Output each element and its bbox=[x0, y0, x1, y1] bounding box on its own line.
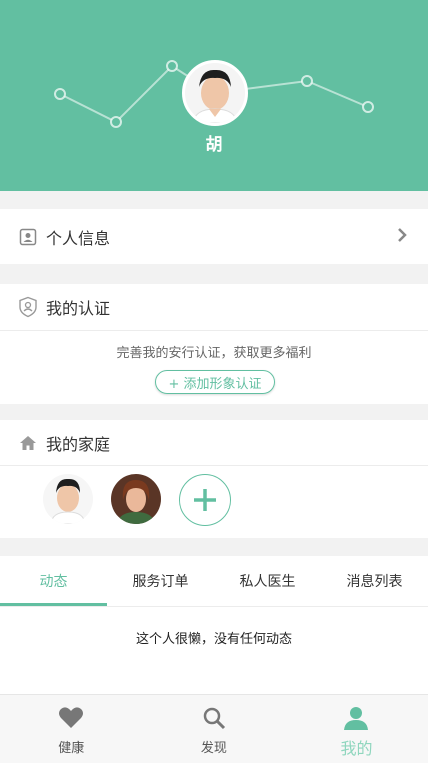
id-card-icon bbox=[18, 227, 38, 247]
certification-title: 我的认证 bbox=[46, 299, 111, 318]
tabbar-item-mine[interactable]: 我的 bbox=[285, 695, 428, 763]
tab-service-orders[interactable]: 服务订单 bbox=[107, 556, 214, 606]
add-certification-button[interactable]: + 添加形象认证 bbox=[155, 370, 275, 394]
home-icon bbox=[18, 433, 38, 453]
family-title: 我的家庭 bbox=[46, 434, 111, 454]
tab-private-doctor[interactable]: 私人医生 bbox=[214, 556, 321, 606]
search-icon bbox=[202, 704, 226, 732]
tab-content: 这个人很懒，没有任何动态 bbox=[0, 606, 428, 694]
personal-info-row[interactable]: 个人信息 bbox=[0, 209, 428, 264]
bottom-tab-bar: 健康 发现 我的 bbox=[0, 694, 428, 763]
chevron-right-icon bbox=[396, 227, 408, 247]
tabbar-label: 健康 bbox=[58, 741, 85, 756]
divider bbox=[0, 330, 428, 331]
add-family-member-button[interactable] bbox=[179, 474, 231, 526]
tabbar-label: 发现 bbox=[200, 741, 227, 756]
family-member-avatar[interactable] bbox=[111, 474, 161, 524]
user-name: 胡 bbox=[205, 135, 223, 155]
tabbar-label: 我的 bbox=[340, 739, 373, 758]
tab-message-list[interactable]: 消息列表 bbox=[321, 556, 428, 606]
tab-dynamics[interactable]: 动态 bbox=[0, 556, 107, 606]
family-member-avatar[interactable] bbox=[43, 474, 93, 524]
profile-header: 胡 bbox=[0, 0, 428, 191]
divider bbox=[0, 465, 428, 466]
heart-icon bbox=[58, 704, 84, 732]
user-icon bbox=[343, 704, 369, 732]
personal-info-label: 个人信息 bbox=[46, 228, 111, 248]
tabbar-item-discover[interactable]: 发现 bbox=[143, 695, 286, 763]
empty-state-text: 这个人很懒，没有任何动态 bbox=[135, 632, 292, 647]
content-tabs: 动态 服务订单 私人医生 消息列表 bbox=[0, 556, 428, 606]
avatar[interactable] bbox=[182, 60, 248, 126]
shield-user-icon bbox=[18, 296, 38, 318]
plus-icon bbox=[194, 489, 216, 511]
certification-tip: 完善我的安行认证，获取更多福利 bbox=[116, 346, 312, 361]
tabbar-item-health[interactable]: 健康 bbox=[0, 695, 143, 763]
certification-section: 我的认证 完善我的安行认证，获取更多福利 + 添加形象认证 bbox=[0, 284, 428, 404]
